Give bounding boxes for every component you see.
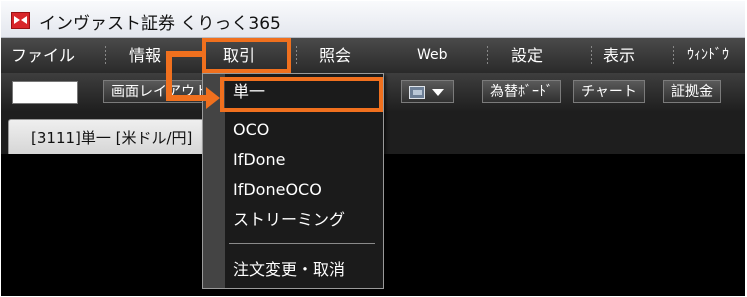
menu-separator (105, 46, 106, 66)
highlight-trade-menu (202, 38, 291, 73)
window-icon (409, 86, 425, 99)
arrow-segment (166, 95, 208, 101)
arrow-right-icon (206, 87, 220, 109)
menu-separator (487, 46, 488, 66)
app-window: インヴァスト証券 くりっく365 ファイル 情報 取引 照会 Web 設定 表示… (1, 1, 745, 296)
tab-label: [3111]単一 [米ドル/円] (31, 129, 193, 147)
menu-item-modify-cancel[interactable]: 注文変更・取消 (233, 256, 345, 284)
menu-separator (591, 46, 592, 66)
window-menu-button[interactable] (401, 80, 454, 103)
arrow-segment (166, 51, 172, 101)
toolbar-input[interactable] (12, 81, 78, 104)
chevron-down-icon (432, 89, 444, 96)
menu-view[interactable]: 表示 (603, 38, 635, 73)
menu-separator (296, 46, 297, 66)
menu-window[interactable]: ｳｨﾝﾄﾞｳ (687, 38, 729, 73)
menu-item-ifdoneoco[interactable]: IfDoneOCO (233, 176, 322, 204)
menu-separator (229, 243, 375, 244)
menu-separator (673, 46, 674, 66)
menu-settings[interactable]: 設定 (511, 38, 543, 73)
fx-board-button[interactable]: 為替ﾎﾞｰﾄﾞ (482, 80, 561, 103)
menu-info[interactable]: 情報 (129, 38, 161, 73)
menu-inquiry[interactable]: 照会 (319, 38, 351, 73)
chart-button[interactable]: チャート (573, 80, 645, 103)
menu-item-oco[interactable]: OCO (233, 116, 269, 144)
menu-web[interactable]: Web (417, 38, 448, 73)
window-title: インヴァスト証券 くりっく365 (39, 14, 281, 34)
title-bar: インヴァスト証券 くりっく365 (1, 1, 745, 38)
highlight-single-item (220, 77, 383, 112)
menu-file[interactable]: ファイル (11, 38, 75, 73)
menu-item-streaming[interactable]: ストリーミング (233, 206, 345, 234)
app-logo-icon (11, 12, 30, 29)
menu-item-ifdone[interactable]: IfDone (233, 146, 285, 174)
arrow-segment (166, 51, 206, 57)
menu-bar: ファイル 情報 取引 照会 Web 設定 表示 ｳｨﾝﾄﾞｳ (1, 38, 745, 73)
margin-button[interactable]: 証拠金 (663, 80, 721, 103)
